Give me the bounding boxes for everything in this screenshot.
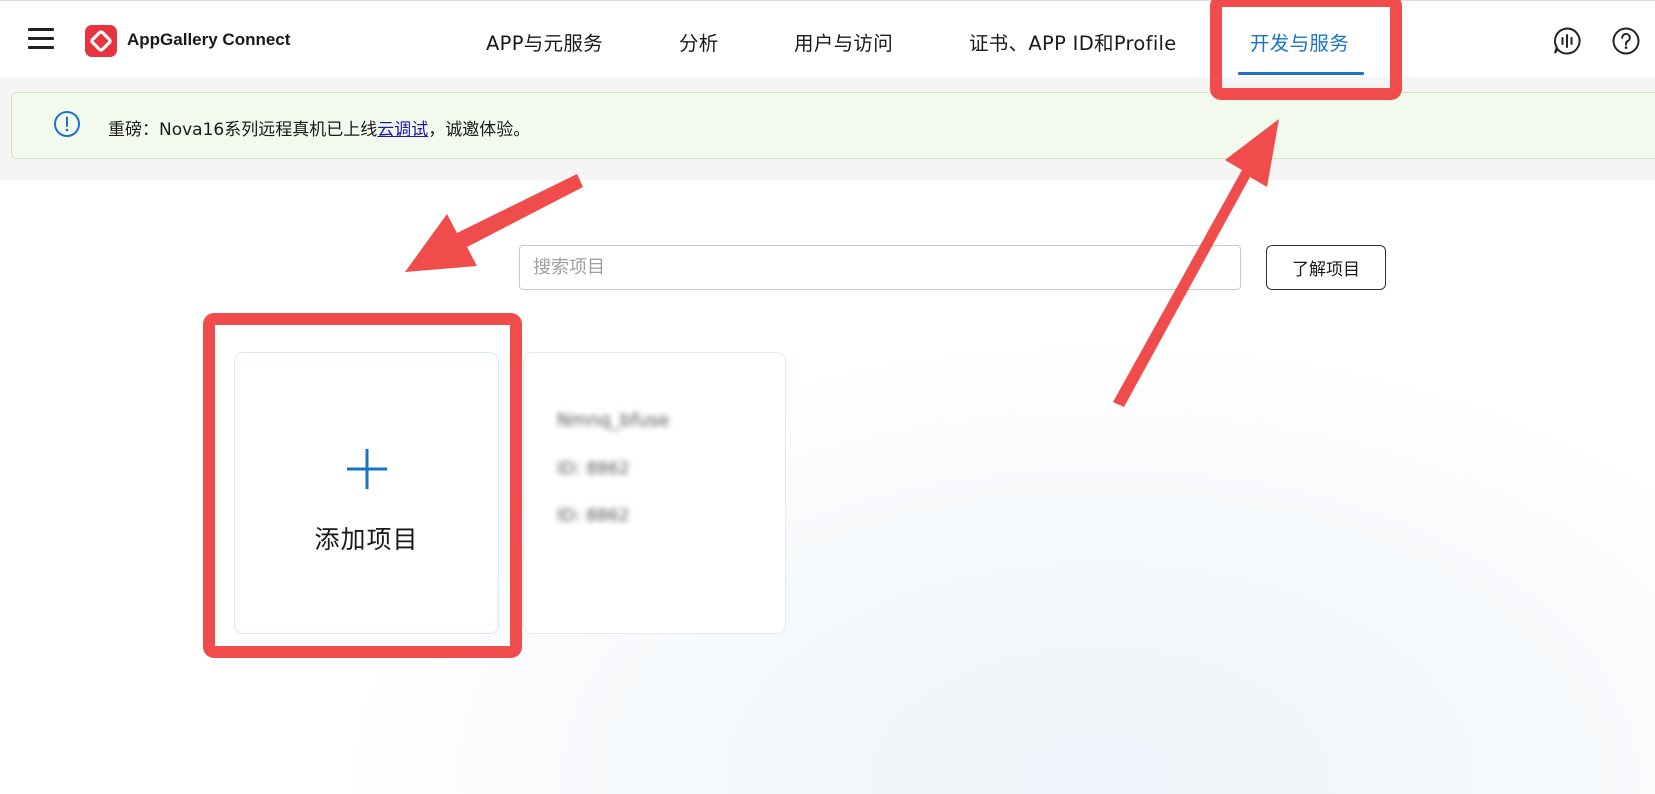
nav-users-access[interactable]: 用户与访问 <box>794 27 893 56</box>
nav-develop-services[interactable]: 开发与服务 <box>1250 27 1349 56</box>
plus-icon <box>347 449 387 489</box>
announcement-text-main: 重磅：Nova16系列远程真机已上线 <box>108 120 378 140</box>
brand-name[interactable]: AppGallery Connect <box>127 30 290 50</box>
voice-feedback-icon[interactable] <box>1552 26 1582 56</box>
menu-icon[interactable] <box>28 27 54 49</box>
info-icon <box>54 111 80 137</box>
announcement-banner: 重磅：Nova16系列远程真机已上线云调试，诚邀体验。 <box>11 92 1655 159</box>
help-icon[interactable] <box>1611 26 1641 56</box>
active-tab-indicator <box>1238 72 1364 75</box>
add-project-label: 添加项目 <box>314 525 419 554</box>
nav-app-services[interactable]: APP与元服务 <box>486 27 603 56</box>
project-meta-blurred: ID: 8862 <box>557 506 630 526</box>
nav-certificates[interactable]: 证书、APP ID和Profile <box>969 27 1177 56</box>
nav-analytics[interactable]: 分析 <box>679 27 719 56</box>
add-project-card[interactable]: 添加项目 <box>234 352 499 634</box>
announcement-text-tail: ，诚邀体验。 <box>428 120 531 140</box>
cloud-debug-link[interactable]: 云调试 <box>377 120 428 140</box>
learn-project-button[interactable]: 了解项目 <box>1266 245 1386 290</box>
project-name-blurred: Nmnq_bfuse <box>557 410 670 431</box>
top-navigation-bar: AppGallery Connect APP与元服务 分析 用户与访问 证书、A… <box>0 0 1655 77</box>
project-id-blurred: ID: 8862 <box>557 459 630 479</box>
announcement-text: 重磅：Nova16系列远程真机已上线云调试，诚邀体验。 <box>108 115 530 140</box>
project-card[interactable]: Nmnq_bfuse ID: 8862 ID: 8862 <box>523 352 786 634</box>
appgallery-logo-icon[interactable] <box>85 25 117 57</box>
search-input[interactable] <box>519 245 1241 290</box>
